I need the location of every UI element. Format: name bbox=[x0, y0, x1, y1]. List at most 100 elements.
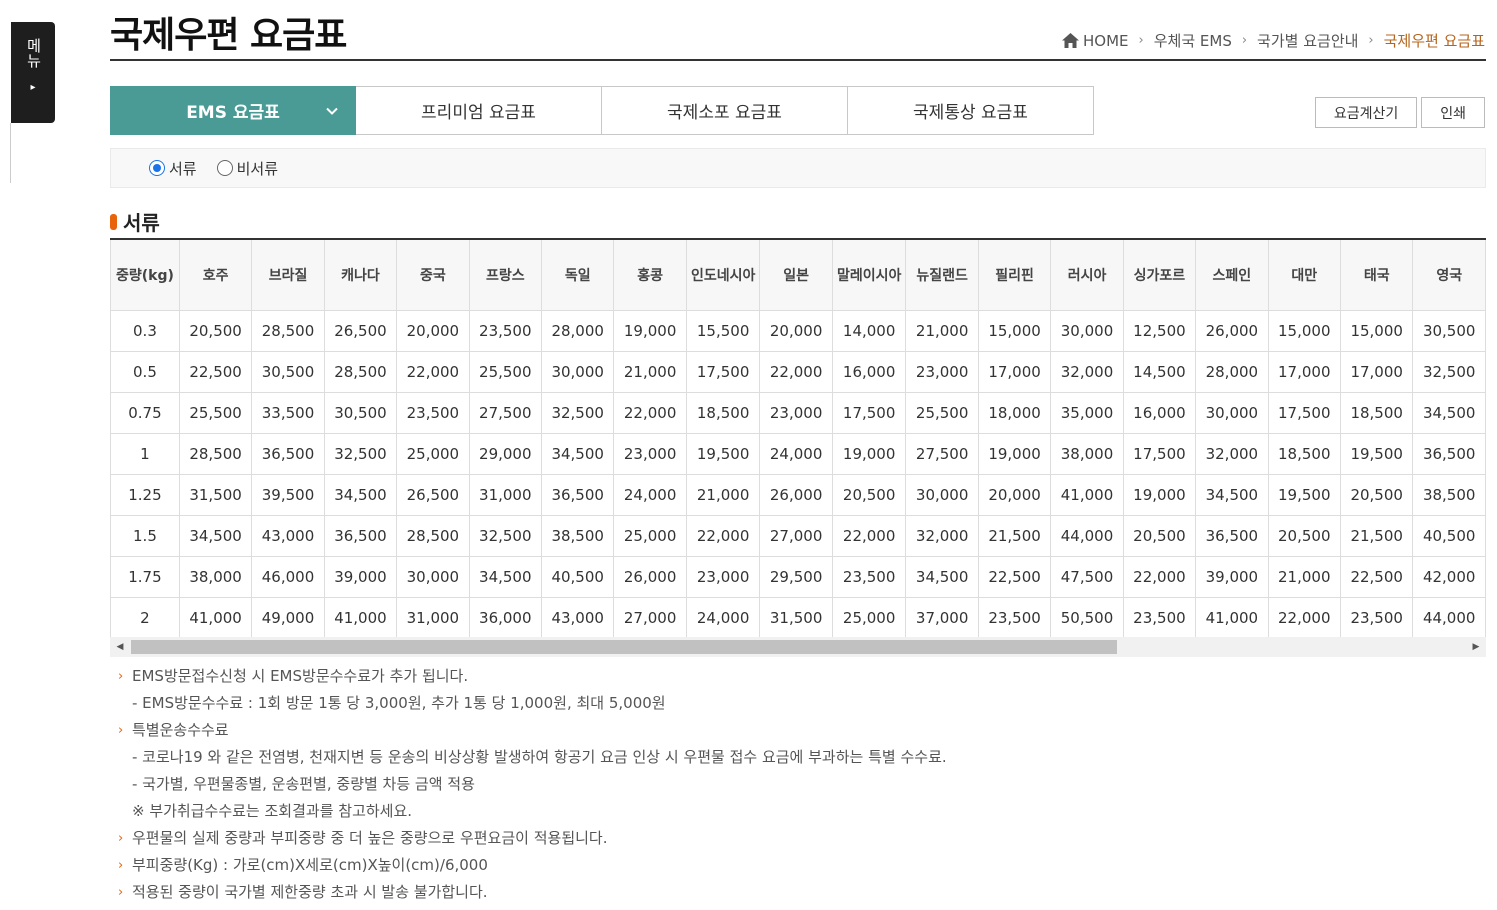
rate-cell: 34,500 bbox=[323, 473, 398, 516]
rate-cell: 19,000 bbox=[613, 309, 687, 352]
print-button[interactable]: 인쇄 bbox=[1421, 97, 1485, 128]
rate-cell: 25,000 bbox=[831, 596, 907, 639]
rate-cell: 25,500 bbox=[905, 391, 979, 434]
breadcrumb-country-rates[interactable]: 국가별 요금안내 bbox=[1257, 30, 1358, 51]
rate-cell: 36,500 bbox=[1412, 432, 1486, 475]
scroll-left-icon[interactable]: ◀ bbox=[110, 637, 130, 657]
side-menu-arrow-icon: ▸ bbox=[30, 82, 36, 93]
rate-calculator-button[interactable]: 요금계산기 bbox=[1314, 97, 1418, 128]
toolbar: 요금계산기 인쇄 bbox=[1314, 97, 1485, 128]
breadcrumb-home-label: HOME bbox=[1083, 31, 1129, 50]
radio-non-document-label: 비서류 bbox=[236, 159, 279, 178]
rate-cell: 19,500 bbox=[1339, 432, 1414, 475]
side-menu-label: 메뉴 bbox=[24, 38, 43, 68]
rate-cell: 41,000 bbox=[323, 596, 398, 639]
rate-cell: 23,500 bbox=[468, 309, 543, 352]
country-header: 호주 bbox=[178, 240, 253, 311]
rate-cell: 21,000 bbox=[613, 350, 687, 393]
home-icon bbox=[1062, 33, 1080, 48]
rate-cell: 29,500 bbox=[759, 555, 833, 598]
rate-cell: 32,000 bbox=[1050, 350, 1124, 393]
rate-cell: 19,000 bbox=[1122, 473, 1197, 516]
rate-cell: 30,500 bbox=[1412, 309, 1486, 352]
country-header: 러시아 bbox=[1050, 240, 1124, 311]
rate-table-container[interactable]: 중량(kg) 호주 브라질 캐나다 중국 프랑스 독일 홍콩 인도네시아 일본 말레이시아 뉴질랜드 필… bbox=[110, 238, 1486, 658]
rate-cell: 18,500 bbox=[1267, 432, 1341, 475]
rate-cell: 21,500 bbox=[977, 514, 1052, 557]
title-divider bbox=[110, 59, 1486, 61]
rate-cell: 39,000 bbox=[1195, 555, 1269, 598]
rate-cell: 17,000 bbox=[1339, 350, 1414, 393]
arrow-right-icon: › bbox=[118, 858, 124, 873]
rate-cell: 20,000 bbox=[977, 473, 1052, 516]
country-header: 태국 bbox=[1339, 240, 1414, 311]
rate-cell: 30,500 bbox=[323, 391, 398, 434]
rate-cell: 14,000 bbox=[831, 309, 907, 352]
radio-document-dot[interactable] bbox=[149, 160, 165, 176]
table-row: 0.75 25,500 33,500 30,500 23,500 27,500 32,500… bbox=[110, 391, 1486, 434]
radio-document-label: 서류 bbox=[169, 159, 197, 178]
rate-cell: 31,000 bbox=[468, 473, 543, 516]
rate-cell: 23,500 bbox=[1339, 596, 1414, 639]
radio-document[interactable]: 서류 bbox=[149, 158, 197, 179]
rate-cell: 25,500 bbox=[178, 391, 253, 434]
country-header: 일본 bbox=[759, 240, 833, 311]
rate-cell: 30,000 bbox=[540, 350, 615, 393]
rate-cell: 32,000 bbox=[905, 514, 979, 557]
rate-cell: 28,000 bbox=[1195, 350, 1269, 393]
rate-cell: 24,000 bbox=[613, 473, 687, 516]
rate-cell: 44,000 bbox=[1050, 514, 1124, 557]
country-header: 인도네시아 bbox=[685, 240, 761, 311]
section-title-text: 서류 bbox=[123, 211, 160, 235]
tab-ems-label: EMS 요금표 bbox=[186, 103, 280, 123]
rate-cell: 26,000 bbox=[759, 473, 833, 516]
rate-cell: 23,500 bbox=[396, 391, 470, 434]
country-header: 브라질 bbox=[251, 240, 325, 311]
rate-cell: 16,000 bbox=[1122, 391, 1197, 434]
rate-cell: 23,500 bbox=[1122, 596, 1197, 639]
side-menu-toggle[interactable]: 메뉴 ▸ bbox=[11, 22, 55, 123]
rate-cell: 36,500 bbox=[540, 473, 615, 516]
radio-non-document[interactable]: 비서류 bbox=[216, 158, 279, 179]
rate-cell: 26,500 bbox=[396, 473, 470, 516]
weight-cell: 2 bbox=[110, 596, 180, 639]
weight-cell: 0.75 bbox=[110, 391, 180, 434]
rate-cell: 18,500 bbox=[1339, 391, 1414, 434]
rate-cell: 15,500 bbox=[685, 309, 761, 352]
tab-premium[interactable]: 프리미엄 요금표 bbox=[356, 86, 602, 135]
scroll-right-icon[interactable]: ▶ bbox=[1466, 637, 1486, 657]
horizontal-scrollbar[interactable]: ◀ ▶ bbox=[110, 637, 1486, 657]
country-header: 독일 bbox=[540, 240, 615, 311]
rate-cell: 22,000 bbox=[613, 391, 687, 434]
rate-cell: 34,500 bbox=[905, 555, 979, 598]
rate-cell: 22,000 bbox=[1267, 596, 1341, 639]
rate-cell: 46,000 bbox=[251, 555, 325, 598]
breadcrumb-current[interactable]: 국제우편 요금표 bbox=[1384, 30, 1485, 51]
rate-cell: 15,000 bbox=[977, 309, 1052, 352]
rate-cell: 15,000 bbox=[1339, 309, 1414, 352]
scrollbar-thumb[interactable] bbox=[131, 640, 1117, 654]
rate-table: 중량(kg) 호주 브라질 캐나다 중국 프랑스 독일 홍콩 인도네시아 일본 말레이시아 뉴질랜드 필… bbox=[110, 240, 1486, 639]
rate-cell: 22,000 bbox=[1122, 555, 1197, 598]
page-title: 국제우편 요금표 bbox=[110, 15, 347, 56]
rate-cell: 28,500 bbox=[323, 350, 398, 393]
rate-cell: 22,500 bbox=[178, 350, 253, 393]
rate-cell: 19,000 bbox=[977, 432, 1052, 475]
rate-cell: 16,000 bbox=[831, 350, 907, 393]
tab-parcel[interactable]: 국제소포 요금표 bbox=[602, 86, 848, 135]
breadcrumb: HOME › 우체국 EMS › 국가별 요금안내 › 국제우편 요금표 bbox=[1062, 30, 1485, 51]
rate-cell: 19,000 bbox=[831, 432, 907, 475]
rate-cell: 42,000 bbox=[1412, 555, 1486, 598]
note-text: - 국가별, 우편물종별, 운송편별, 중량별 차등 금액 적용 bbox=[132, 775, 475, 793]
note-item: › 부피중량(Kg) : 가로(cm)X세로(cm)X높이(cm)/6,000 bbox=[118, 855, 1468, 882]
tab-letter[interactable]: 국제통상 요금표 bbox=[848, 86, 1094, 135]
radio-non-document-dot[interactable] bbox=[216, 160, 233, 176]
arrow-right-icon: › bbox=[118, 723, 124, 738]
breadcrumb-ems[interactable]: 우체국 EMS bbox=[1154, 30, 1232, 51]
note-text: 부피중량(Kg) : 가로(cm)X세로(cm)X높이(cm)/6,000 bbox=[132, 856, 488, 874]
side-divider bbox=[10, 123, 11, 183]
rate-cell: 39,500 bbox=[251, 473, 325, 516]
note-text: 우편물의 실제 중량과 부피중량 중 더 높은 중량으로 우편요금이 적용됩니다… bbox=[132, 829, 608, 847]
tab-ems[interactable]: EMS 요금표 bbox=[110, 86, 356, 135]
breadcrumb-home[interactable]: HOME bbox=[1062, 32, 1129, 50]
